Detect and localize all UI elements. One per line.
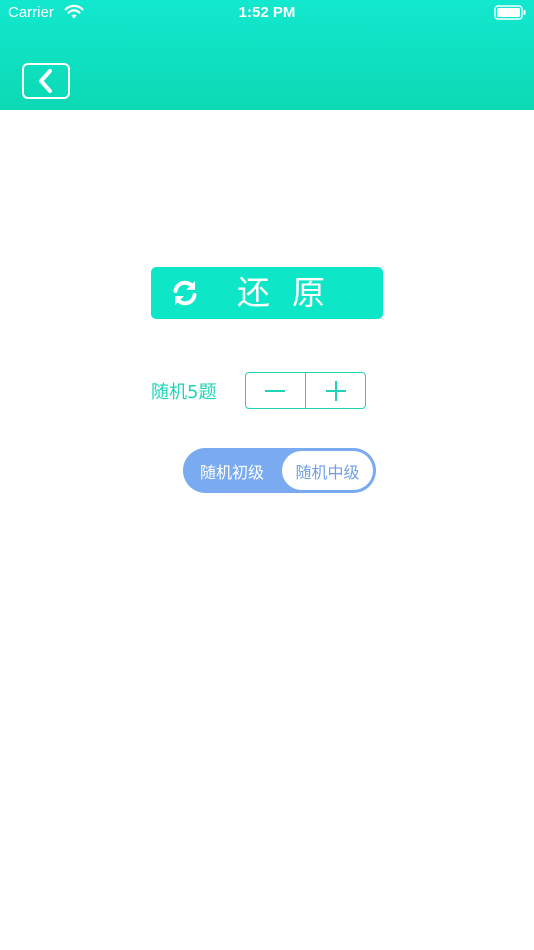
header-bar: Carrier 1:52 PM [0, 0, 534, 110]
increment-button[interactable] [306, 373, 365, 408]
chevron-left-icon [39, 69, 52, 93]
decrement-button[interactable] [246, 373, 305, 408]
level-selector: 随机初级 随机中级 [183, 448, 376, 493]
plus-icon [325, 380, 346, 401]
question-count-label: 随机5题 [151, 382, 217, 403]
restore-label: 还原 [237, 273, 347, 312]
status-time: 1:52 PM [238, 4, 296, 21]
restore-button[interactable]: 还原 [151, 267, 383, 319]
level-option-intermediate[interactable]: 随机中级 [282, 451, 373, 490]
status-bar: Carrier 1:52 PM [0, 0, 534, 28]
level-option-beginner[interactable]: 随机初级 [183, 448, 281, 493]
question-count-stepper [245, 372, 366, 409]
screen: Carrier 1:52 PM 还原 随机5题 随机初级 随机中级 [0, 0, 534, 950]
minus-icon [265, 389, 286, 392]
battery-icon [494, 5, 526, 20]
refresh-icon [173, 280, 197, 306]
back-button[interactable] [22, 63, 70, 99]
